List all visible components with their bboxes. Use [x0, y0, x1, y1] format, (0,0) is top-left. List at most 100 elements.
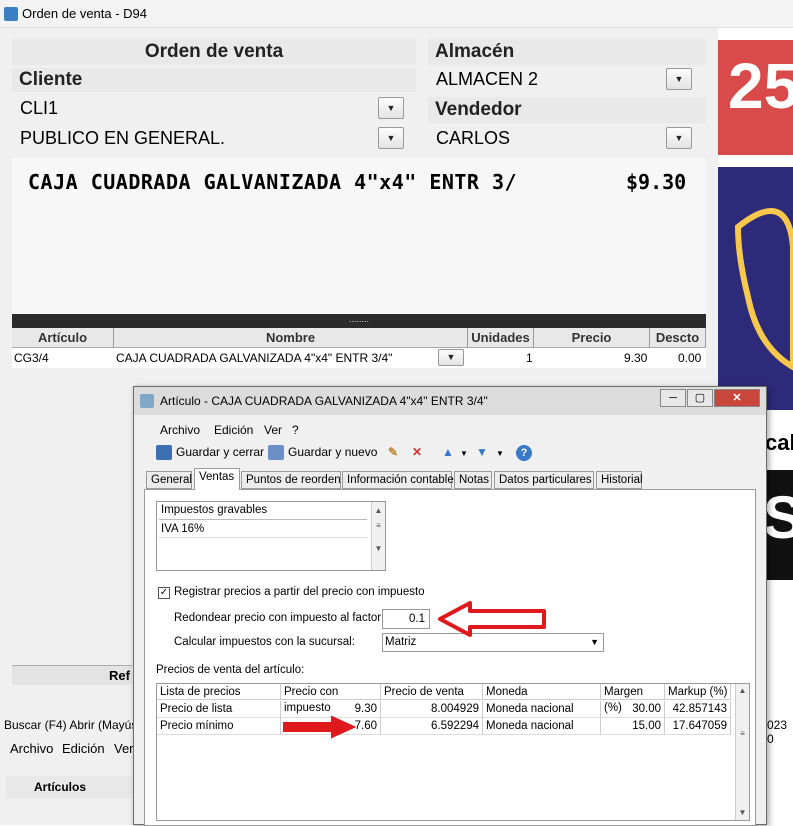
product-display-price: $9.30	[626, 170, 687, 194]
menu-archivo[interactable]: Archivo	[160, 423, 200, 437]
arrow-up-icon[interactable]: ▲	[442, 445, 454, 459]
banner-text-s: S	[763, 484, 793, 551]
order-title: Orden de venta	[12, 39, 416, 65]
table-row[interactable]: CG3/4 CAJA CUADRADA GALVANIZADA 4"x4" EN…	[12, 348, 706, 368]
tab-ventas[interactable]: Ventas	[194, 468, 240, 490]
price-row-0-venta[interactable]: 8.004929	[381, 701, 483, 718]
cliente-name-field[interactable]: PUBLICO EN GENERAL.	[20, 128, 225, 149]
factor-label: Redondear precio con impuesto al factor:	[174, 612, 385, 624]
cell-unidades[interactable]: 1	[526, 351, 533, 365]
tab-general[interactable]: General	[146, 471, 192, 489]
column-header-descto[interactable]: Descto	[650, 328, 706, 348]
prices-table-scrollbar[interactable]: ▲ ≡ ▼	[735, 684, 749, 820]
tab-datos-particulares[interactable]: Datos particulares	[494, 471, 594, 489]
vendedor-field[interactable]: CARLOS	[436, 128, 510, 149]
prices-col-lista[interactable]: Lista de precios	[157, 684, 281, 700]
tax-list[interactable]: Impuestos gravables IVA 16% ▲ ≡ ▼	[156, 501, 386, 571]
save-close-button[interactable]: Guardar y cerrar	[176, 445, 264, 459]
prices-col-margen[interactable]: Margen (%)	[601, 684, 665, 714]
save-icon	[156, 445, 172, 460]
nombre-dropdown-button[interactable]: ▼	[438, 349, 464, 366]
banner-black-block: S	[763, 470, 793, 580]
prices-col-markup[interactable]: Markup (%)	[665, 684, 731, 700]
status-bar-text: Buscar (F4) Abrir (Mayús	[4, 718, 134, 732]
sucursal-selected-value: Matriz	[385, 636, 417, 648]
tab-historial[interactable]: Historial	[596, 471, 643, 489]
annotation-arrow-minimo	[283, 715, 357, 739]
tax-list-header: Impuestos gravables	[159, 504, 367, 520]
tax-list-scrollbar[interactable]: ▲ ≡ ▼	[371, 502, 385, 570]
vendedor-label: Vendedor	[428, 97, 706, 123]
edit-icon[interactable]: ✎	[388, 445, 398, 459]
cell-nombre[interactable]: CAJA CUADRADA GALVANIZADA 4"x4" ENTR 3/4…	[116, 351, 392, 365]
prices-table: Lista de precios Precio con impuesto Pre…	[156, 683, 750, 821]
column-header-nombre[interactable]: Nombre	[114, 328, 468, 348]
dialog-title: Artículo - CAJA CUADRADA GALVANIZADA 4"x…	[160, 394, 488, 408]
price-row-0-lista[interactable]: Precio de lista	[157, 701, 281, 718]
registrar-precios-checkbox[interactable]: ✓	[158, 587, 170, 599]
panel-splitter[interactable]: ........	[12, 314, 706, 328]
nav-item-articulos[interactable]: Artículos	[6, 776, 132, 798]
cell-precio[interactable]: 9.30	[624, 351, 647, 365]
bottom-menu-archivo[interactable]: Archivo	[10, 741, 53, 756]
column-header-precio[interactable]: Precio	[534, 328, 650, 348]
prices-col-moneda[interactable]: Moneda	[483, 684, 601, 700]
price-row-1-venta[interactable]: 6.592294	[381, 718, 483, 735]
almacen-dropdown-button[interactable]: ▼	[666, 68, 692, 90]
save-new-button[interactable]: Guardar y nuevo	[288, 445, 377, 459]
minimize-button[interactable]: ─	[660, 389, 686, 407]
vendedor-dropdown-button[interactable]: ▼	[666, 127, 692, 149]
banner-number: 25	[728, 50, 793, 122]
tab-puntos-reorden[interactable]: Puntos de reorden	[241, 471, 341, 489]
prices-col-con-impuesto[interactable]: Precio con impuesto	[281, 684, 381, 714]
list-item[interactable]: IVA 16%	[159, 521, 367, 538]
bottom-menu-edicion[interactable]: Edición	[62, 741, 105, 756]
bottom-menu-ver[interactable]: Ver	[114, 741, 134, 756]
price-row-1-moneda[interactable]: Moneda nacional	[483, 718, 601, 735]
prices-col-venta[interactable]: Precio de venta	[381, 684, 483, 700]
arrow-down-dropdown-icon[interactable]: ▼	[496, 449, 504, 458]
price-row-1-margen[interactable]: 15.00	[601, 718, 665, 735]
factor-input[interactable]: 0.1	[382, 609, 430, 629]
cliente-label: Cliente	[12, 68, 416, 92]
maximize-button[interactable]: ▢	[687, 389, 713, 407]
app-icon	[4, 7, 18, 21]
cliente-code-field[interactable]: CLI1	[20, 98, 58, 119]
column-header-articulo[interactable]: Artículo	[12, 328, 114, 348]
annotation-arrow-factor	[438, 601, 546, 637]
delete-icon[interactable]: ✕	[412, 445, 422, 459]
cell-articulo[interactable]: CG3/4	[14, 351, 49, 365]
registrar-precios-label: Registrar precios a partir del precio co…	[174, 586, 425, 598]
grid-empty-area	[12, 368, 132, 632]
banner-blue	[718, 167, 793, 410]
price-row-1-markup[interactable]: 17.647059	[665, 718, 731, 735]
almacen-label: Almacén	[428, 39, 706, 65]
arrow-up-dropdown-icon[interactable]: ▼	[460, 449, 468, 458]
price-row-0-markup[interactable]: 42.857143	[665, 701, 731, 718]
prices-section-label: Precios de venta del artículo:	[156, 664, 305, 676]
price-row-0-margen[interactable]: 30.00	[601, 701, 665, 718]
menu-ver[interactable]: Ver	[264, 423, 282, 437]
column-header-unidades[interactable]: Unidades	[468, 328, 534, 348]
save-new-icon	[268, 445, 284, 460]
cliente-code-dropdown-button[interactable]: ▼	[378, 97, 404, 119]
price-row-0-moneda[interactable]: Moneda nacional	[483, 701, 601, 718]
tab-notas[interactable]: Notas	[454, 471, 492, 489]
help-icon[interactable]: ?	[516, 445, 532, 461]
price-row-1-lista[interactable]: Precio mínimo	[157, 718, 281, 735]
dialog-app-icon	[140, 394, 154, 408]
main-window-title: Orden de venta - D94	[22, 6, 148, 21]
close-button[interactable]: ✕	[714, 389, 760, 407]
banner-text-cal: cal	[765, 430, 793, 455]
dialog-title-bar[interactable]: Artículo - CAJA CUADRADA GALVANIZADA 4"x…	[134, 387, 766, 415]
sucursal-label: Calcular impuestos con la sucursal:	[174, 636, 355, 648]
cliente-name-dropdown-button[interactable]: ▼	[378, 127, 404, 149]
arrow-down-icon[interactable]: ▼	[476, 445, 488, 459]
menu-help[interactable]: ?	[292, 423, 299, 437]
partial-column-header: Ref	[12, 665, 132, 685]
articulo-dialog: Artículo - CAJA CUADRADA GALVANIZADA 4"x…	[133, 386, 767, 826]
cell-descto[interactable]: 0.00	[678, 351, 701, 365]
almacen-field[interactable]: ALMACEN 2	[436, 69, 538, 90]
menu-edicion[interactable]: Edición	[214, 423, 253, 437]
tab-informacion-contable[interactable]: Información contable	[342, 471, 454, 489]
